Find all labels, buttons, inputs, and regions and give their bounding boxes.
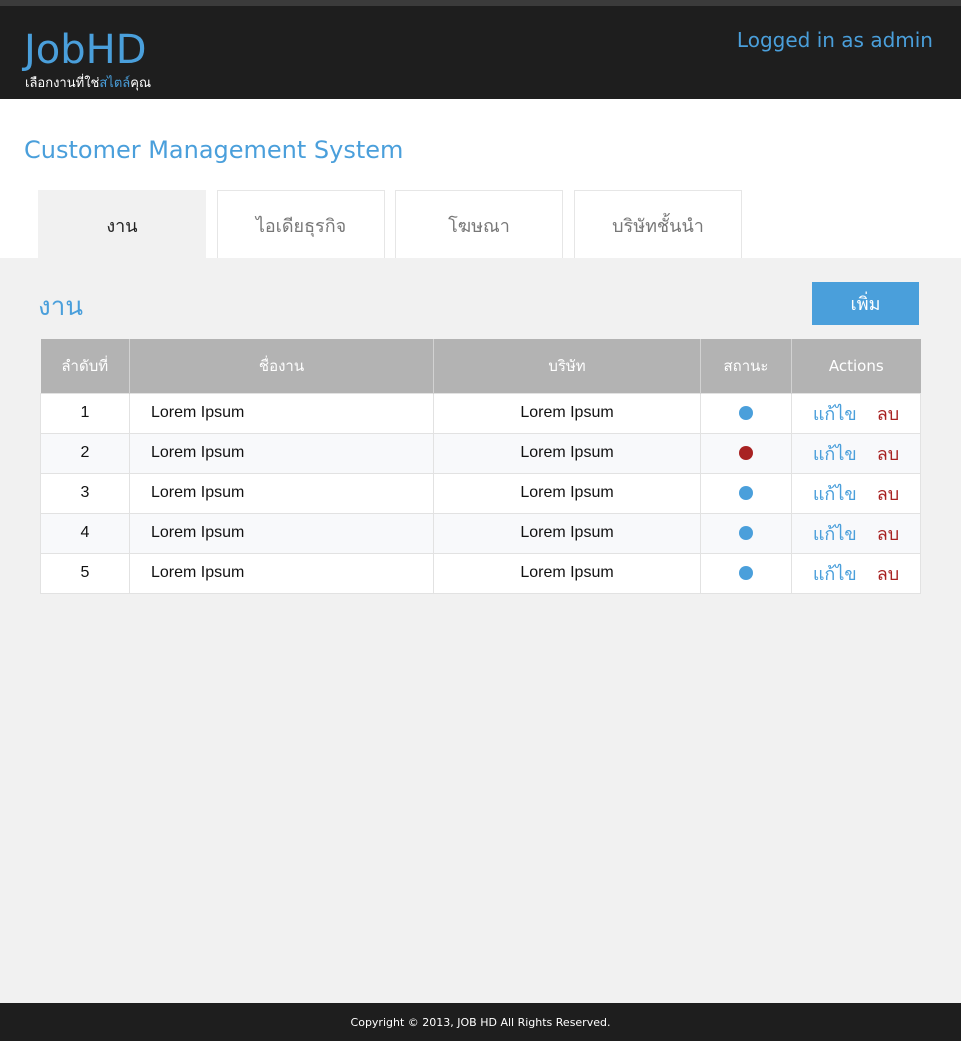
edit-link[interactable]: แก้ไข	[813, 444, 857, 464]
status-dot-icon	[739, 405, 753, 420]
row-number: 3	[40, 472, 130, 514]
edit-link[interactable]: แก้ไข	[813, 524, 857, 544]
delete-link[interactable]: ลบ	[877, 564, 899, 584]
status-cell	[700, 432, 792, 474]
tab-jobs[interactable]: งาน	[38, 190, 206, 259]
actions-cell: แก้ไข ลบ	[791, 432, 921, 474]
table-header-row: ลำดับที่ ชื่องาน บริษัท สถานะ Actions	[40, 339, 921, 393]
status-cell	[700, 512, 792, 554]
column-header-actions: Actions	[791, 339, 921, 393]
actions-cell: แก้ไข ลบ	[791, 512, 921, 554]
jobs-table: ลำดับที่ ชื่องาน บริษัท สถานะ Actions 1 …	[40, 339, 921, 594]
page-title: Customer Management System	[24, 136, 404, 164]
logged-in-user[interactable]: Logged in as admin	[737, 28, 933, 52]
status-dot-icon	[739, 445, 753, 460]
status-dot-icon	[739, 485, 753, 500]
main-content: งาน เพิ่ม ลำดับที่ ชื่องาน บริษัท สถานะ …	[0, 258, 961, 1003]
add-button[interactable]: เพิ่ม	[812, 282, 919, 325]
company-name: Lorem Ipsum	[433, 432, 701, 474]
tagline-post: คุณ	[130, 76, 152, 91]
logo-tagline: เลือกงานที่ใช่สไตล์คุณ	[25, 72, 151, 93]
actions-cell: แก้ไข ลบ	[791, 472, 921, 514]
actions-cell: แก้ไข ลบ	[791, 552, 921, 594]
company-name: Lorem Ipsum	[433, 472, 701, 514]
table-row: 5 Lorem Ipsum Lorem Ipsum แก้ไข ลบ	[40, 552, 921, 594]
table-row: 3 Lorem Ipsum Lorem Ipsum แก้ไข ลบ	[40, 472, 921, 514]
edit-link[interactable]: แก้ไข	[813, 404, 857, 424]
row-number: 2	[40, 432, 130, 474]
tagline-highlight: สไตล์	[99, 76, 131, 91]
row-number: 1	[40, 392, 130, 434]
jobhd-logo[interactable]: JobHD	[24, 28, 147, 72]
job-name: Lorem Ipsum	[129, 432, 434, 474]
row-number: 4	[40, 512, 130, 554]
edit-link[interactable]: แก้ไข	[813, 484, 857, 504]
column-header-status: สถานะ	[700, 339, 792, 393]
job-name: Lorem Ipsum	[129, 512, 434, 554]
tab-leading-companies[interactable]: บริษัทชั้นนำ	[574, 190, 742, 259]
company-name: Lorem Ipsum	[433, 392, 701, 434]
status-dot-icon	[739, 565, 753, 580]
delete-link[interactable]: ลบ	[877, 404, 899, 424]
job-name: Lorem Ipsum	[129, 392, 434, 434]
company-name: Lorem Ipsum	[433, 512, 701, 554]
tab-advertising[interactable]: โฆษณา	[395, 190, 563, 259]
delete-link[interactable]: ลบ	[877, 524, 899, 544]
company-name: Lorem Ipsum	[433, 552, 701, 594]
table-row: 1 Lorem Ipsum Lorem Ipsum แก้ไข ลบ	[40, 392, 921, 434]
edit-link[interactable]: แก้ไข	[813, 564, 857, 584]
column-header-job-name: ชื่องาน	[129, 339, 434, 393]
job-name: Lorem Ipsum	[129, 472, 434, 514]
status-cell	[700, 392, 792, 434]
column-header-company: บริษัท	[433, 339, 701, 393]
status-dot-icon	[739, 525, 753, 540]
actions-cell: แก้ไข ลบ	[791, 392, 921, 434]
tab-business-ideas[interactable]: ไอเดียธุรกิจ	[217, 190, 385, 259]
app-header: JobHD เลือกงานที่ใช่สไตล์คุณ Logged in a…	[0, 6, 961, 99]
job-name: Lorem Ipsum	[129, 552, 434, 594]
page-footer: Copyright © 2013, JOB HD All Rights Rese…	[0, 1003, 961, 1041]
row-number: 5	[40, 552, 130, 594]
delete-link[interactable]: ลบ	[877, 484, 899, 504]
table-row: 4 Lorem Ipsum Lorem Ipsum แก้ไข ลบ	[40, 512, 921, 554]
delete-link[interactable]: ลบ	[877, 444, 899, 464]
status-cell	[700, 552, 792, 594]
section-title: งาน	[38, 292, 84, 322]
status-cell	[700, 472, 792, 514]
column-header-number: ลำดับที่	[40, 339, 130, 393]
tagline-pre: เลือกงานที่ใช่	[25, 76, 100, 91]
table-row: 2 Lorem Ipsum Lorem Ipsum แก้ไข ลบ	[40, 432, 921, 474]
